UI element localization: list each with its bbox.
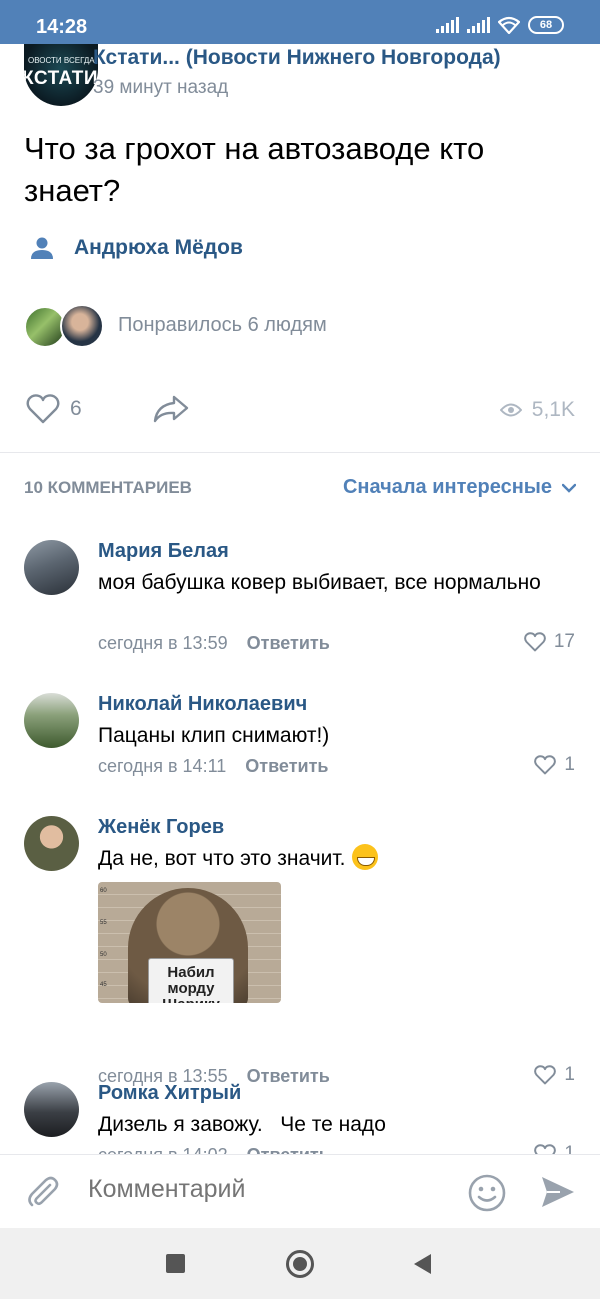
divider	[0, 452, 600, 453]
comment-time: сегодня в 13:59	[98, 633, 228, 653]
reply-button[interactable]: Ответить	[247, 1145, 330, 1154]
heart-icon	[524, 632, 546, 652]
wifi-icon	[498, 16, 520, 34]
eye-icon	[499, 403, 522, 417]
reply-button[interactable]: Ответить	[247, 1066, 330, 1086]
emoji-button[interactable]	[467, 1173, 507, 1218]
heart-icon	[26, 394, 60, 424]
avatar[interactable]	[24, 693, 79, 748]
comment-meta: сегодня в 14:02 Ответить	[98, 1145, 330, 1154]
reply-button[interactable]: Ответить	[247, 633, 330, 653]
group-avatar[interactable]: ОВОСТИ ВСЕГДА КСТАТИ.	[24, 44, 98, 106]
post-actions: 6 5,1K	[0, 388, 600, 432]
comment-like-count: 17	[553, 631, 575, 652]
comment-text: Да не, вот что это значит.	[98, 844, 568, 874]
avatar[interactable]	[24, 816, 79, 871]
back-icon[interactable]	[414, 1254, 431, 1274]
like-button[interactable]: 6	[26, 394, 82, 424]
comment-text-value: Да не, вот что это значит.	[98, 847, 346, 870]
ruler-mark: 55	[100, 920, 107, 926]
comments-count: 10 КОММЕНТАРИЕВ	[24, 478, 192, 497]
comment-text: моя бабушка ковер выбивает, все нормальн…	[98, 571, 541, 594]
comment-meta: сегодня в 13:59 Ответить	[98, 633, 330, 654]
comment-like-button[interactable]: 1	[534, 754, 575, 776]
system-nav-bar	[0, 1228, 600, 1299]
signal-icon	[436, 17, 459, 33]
comment-like-button[interactable]: 17	[524, 631, 575, 653]
paperclip-icon	[28, 1176, 59, 1207]
send-icon	[542, 1177, 574, 1207]
grin-emoji-icon	[351, 844, 378, 871]
ruler-mark: 60	[100, 888, 107, 894]
cat-sign: Набил морду Шарику	[148, 958, 234, 1003]
comment-bar	[0, 1154, 600, 1228]
likers-avatars[interactable]	[24, 302, 114, 350]
comment-time: сегодня в 14:02	[98, 1145, 228, 1154]
recents-icon[interactable]	[166, 1254, 185, 1273]
heart-icon	[534, 1144, 557, 1154]
comment-time: сегодня в 14:11	[98, 756, 227, 776]
comment-author[interactable]: Мария Белая	[98, 540, 229, 563]
home-icon[interactable]	[286, 1250, 314, 1278]
comment-author[interactable]: Ромка Хитрый	[98, 1082, 241, 1105]
send-button[interactable]	[540, 1175, 576, 1214]
chevron-down-icon	[562, 483, 576, 493]
attach-button[interactable]	[26, 1175, 60, 1214]
comment-image[interactable]: 60 55 50 45 Набил морду Шарику	[98, 882, 281, 1003]
share-button[interactable]	[152, 394, 190, 429]
comment-like-count: 1	[564, 1064, 575, 1085]
views-counter: 5,1K	[499, 398, 575, 422]
comment-author[interactable]: Женёк Горев	[98, 816, 224, 839]
comment-like-button[interactable]: 1	[534, 1064, 575, 1086]
comment-like-count: 1	[564, 1143, 575, 1154]
group-avatar-small-text: ОВОСТИ ВСЕГДА	[28, 56, 95, 65]
post-time: 39 минут назад	[93, 77, 229, 98]
group-avatar-big-text: КСТАТИ.	[24, 68, 98, 89]
post-text: Что за грохот на автозаводе кто знает?	[24, 131, 485, 208]
liked-by-text[interactable]: Понравилось 6 людям	[118, 314, 327, 337]
comment-author[interactable]: Николай Николаевич	[98, 693, 307, 716]
author-name[interactable]: Андрюха Мёдов	[74, 236, 243, 260]
smile-icon	[468, 1174, 506, 1212]
ruler-mark: 50	[100, 952, 107, 958]
comment-text: Дизель я завожу. Че те надо	[98, 1113, 386, 1136]
comment-like-button[interactable]: 1	[534, 1143, 575, 1154]
group-name[interactable]: Кстати... (Новости Нижнего Новгорода)	[93, 46, 573, 70]
status-icons: 68	[436, 16, 564, 34]
comment-input[interactable]	[88, 1175, 418, 1204]
status-time: 14:28	[36, 16, 88, 38]
sort-dropdown[interactable]: Сначала интересные	[343, 476, 576, 499]
like-count: 6	[70, 397, 82, 420]
reply-button[interactable]: Ответить	[245, 756, 328, 776]
comment-text: Пацаны клип снимают!)	[98, 724, 330, 747]
user-icon	[31, 237, 53, 259]
heart-icon	[534, 1065, 557, 1085]
heart-icon	[534, 755, 557, 775]
sort-label: Сначала интересные	[342, 476, 552, 498]
avatar[interactable]	[24, 540, 79, 595]
ruler-mark: 45	[100, 982, 107, 988]
avatar[interactable]	[24, 1082, 79, 1137]
views-count: 5,1K	[531, 398, 575, 421]
liker-avatar	[60, 304, 104, 348]
comments-header: 10 КОММЕНТАРИЕВ Сначала интересные	[24, 476, 576, 506]
battery-icon: 68	[528, 16, 564, 34]
signal-icon-2	[467, 17, 490, 33]
comment-like-count: 1	[564, 754, 575, 775]
post-content: ОВОСТИ ВСЕГДА КСТАТИ. Кстати... (Новости…	[0, 44, 600, 1154]
post-author[interactable]: Андрюха Мёдов	[30, 236, 243, 260]
share-arrow-icon	[153, 395, 189, 423]
comment-meta: сегодня в 14:11 Ответить	[98, 756, 328, 777]
